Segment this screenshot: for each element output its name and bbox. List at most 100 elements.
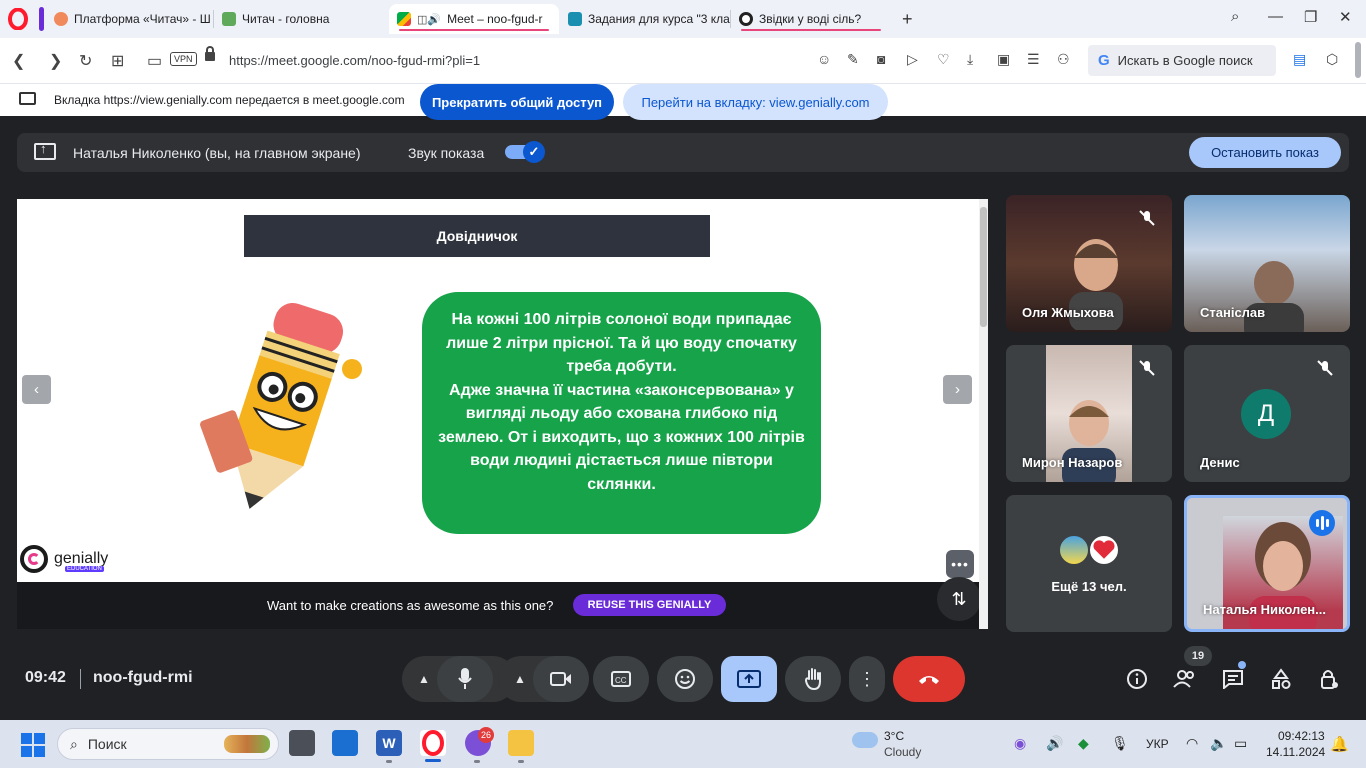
- genially-logo-icon: [20, 545, 48, 573]
- easy-setup-icon[interactable]: ☰: [1027, 51, 1040, 68]
- participant-tile[interactable]: Д Денис: [1184, 345, 1350, 482]
- participant-tile[interactable]: Оля Жмыхова: [1006, 195, 1172, 332]
- word-icon[interactable]: W: [376, 730, 402, 756]
- weather-description[interactable]: Cloudy: [884, 745, 921, 759]
- volume-tray-icon[interactable]: 🔊: [1046, 735, 1063, 752]
- notification-bell-icon[interactable]: 🔔: [1330, 735, 1349, 753]
- wallet-icon[interactable]: ▣: [997, 51, 1010, 68]
- viber-tray-icon[interactable]: ◉: [1014, 735, 1026, 752]
- tab-zvidky-u-vodi-sil[interactable]: Звідки у воді сіль?: [731, 4, 891, 34]
- send-icon[interactable]: ▷: [907, 51, 918, 68]
- heart-icon[interactable]: ♡: [937, 51, 950, 68]
- microphone-icon: [458, 668, 472, 689]
- system-date[interactable]: 14.11.2024: [1266, 745, 1325, 759]
- weather-temperature[interactable]: 3°C: [884, 729, 904, 743]
- genially-logo[interactable]: genially EDUCATION: [20, 545, 108, 573]
- snapshot-icon[interactable]: ▭: [147, 51, 162, 71]
- tab-chitach-golovna[interactable]: Читач - головна: [214, 4, 384, 34]
- tab-search-icon[interactable]: ⌕: [1231, 8, 1239, 25]
- windows-start-icon[interactable]: [21, 733, 45, 757]
- tab-meet[interactable]: ◫🔊 Meet – noo-fgud-r: [389, 4, 559, 34]
- minimize-icon[interactable]: —: [1268, 8, 1283, 25]
- more-participants-tile[interactable]: Ещё 13 чел.: [1006, 495, 1172, 632]
- slide-scrollbar[interactable]: [979, 199, 988, 629]
- tab-zadaniya[interactable]: Задания для курса "3 кла: [560, 4, 730, 34]
- security-tray-icon[interactable]: ◆: [1078, 735, 1089, 752]
- self-view-tile[interactable]: Наталья Николен...: [1184, 495, 1350, 632]
- vpn-badge[interactable]: VPN: [170, 52, 197, 66]
- sidebar-toggle[interactable]: [39, 7, 44, 31]
- people-icon[interactable]: [1170, 664, 1200, 694]
- raise-hand-button[interactable]: [785, 656, 841, 702]
- prev-slide-button[interactable]: ‹: [22, 375, 51, 404]
- back-icon[interactable]: ❮: [12, 51, 25, 71]
- present-now-button[interactable]: [721, 656, 777, 702]
- url-field[interactable]: https://meet.google.com/noo-fgud-rmi?pli…: [229, 53, 480, 68]
- running-indicator: [386, 760, 392, 763]
- more-options-vertical-icon[interactable]: ⋮: [849, 656, 885, 702]
- cloud-icon[interactable]: [852, 732, 878, 748]
- swap-layout-icon[interactable]: ⇅: [937, 577, 981, 621]
- participant-tile[interactable]: Мирон Назаров: [1006, 345, 1172, 482]
- system-time[interactable]: 09:42:13: [1278, 729, 1325, 743]
- active-app-indicator: [425, 759, 441, 762]
- genially-cta-bar: Want to make creations as awesome as thi…: [17, 582, 979, 629]
- taskbar-search[interactable]: ⌕ Поиск: [57, 728, 279, 760]
- pencil-mascot-image: [200, 303, 362, 509]
- tab-audio-icon[interactable]: ◫🔊: [417, 13, 441, 26]
- reuse-genially-button[interactable]: REUSE THIS GENIALLY: [573, 594, 726, 616]
- wifi-icon[interactable]: ◠: [1186, 735, 1198, 752]
- participant-tile[interactable]: Станіслав: [1184, 195, 1350, 332]
- scroll-thumb[interactable]: [980, 207, 987, 327]
- participant-name: Наталья Николен...: [1203, 602, 1326, 617]
- lock-icon[interactable]: [205, 46, 215, 61]
- reload-icon[interactable]: ↻: [79, 51, 92, 71]
- restore-icon[interactable]: ❐: [1304, 8, 1317, 26]
- microphone-tray-icon[interactable]: 🎙: [1111, 735, 1129, 752]
- workspace-icon[interactable]: ▤: [1293, 51, 1306, 68]
- genially-favicon-icon: [739, 12, 753, 26]
- goto-tab-button[interactable]: Перейти на вкладку: view.genially.com: [623, 84, 888, 120]
- leave-call-button[interactable]: [893, 656, 965, 702]
- more-participants-label: Ещё 13 чел.: [1051, 579, 1127, 594]
- opera-taskbar-icon[interactable]: [420, 730, 446, 756]
- file-explorer-icon[interactable]: [508, 730, 534, 756]
- participant-name: Оля Жмыхова: [1022, 305, 1114, 320]
- share-notification-bar: Вкладка https://view.genially.com переда…: [0, 84, 1366, 120]
- more-options-button[interactable]: •••: [946, 550, 974, 578]
- reactions-button[interactable]: [657, 656, 713, 702]
- forward-icon[interactable]: ❯: [49, 51, 62, 71]
- share-sound-toggle[interactable]: ✓: [505, 141, 545, 163]
- stop-sharing-button[interactable]: Прекратить общий доступ: [420, 84, 614, 120]
- meeting-details-icon[interactable]: [1122, 664, 1152, 694]
- google-search-placeholder: Искать в Google поиск: [1117, 53, 1253, 68]
- input-language[interactable]: УКР: [1146, 737, 1169, 751]
- mic-off-icon: [1139, 210, 1155, 226]
- stop-presenting-button[interactable]: Остановить показ: [1189, 137, 1341, 168]
- camera-icon[interactable]: ◙: [877, 51, 885, 67]
- tab-platforma-chitach[interactable]: Платформа «Читач» - Ш: [46, 4, 212, 34]
- host-controls-lock-icon[interactable]: [1314, 664, 1344, 694]
- task-view-icon[interactable]: [289, 730, 315, 756]
- emoji-icon[interactable]: ☺: [817, 51, 831, 67]
- edit-icon[interactable]: ✎: [847, 51, 859, 68]
- profile-icon[interactable]: ⚇: [1057, 51, 1070, 68]
- google-search-box[interactable]: G Искать в Google поиск: [1088, 45, 1276, 76]
- speaker-icon[interactable]: 🔈: [1210, 735, 1227, 752]
- speed-dial-icon[interactable]: ⊞: [111, 51, 124, 71]
- page-scrollbar[interactable]: [1355, 42, 1361, 78]
- participant-name: Мирон Назаров: [1022, 455, 1123, 470]
- new-tab-button[interactable]: +: [902, 9, 913, 29]
- battery-icon[interactable]: ▭: [1234, 735, 1247, 752]
- camera-button[interactable]: [533, 656, 589, 702]
- captions-button[interactable]: CC: [593, 656, 649, 702]
- extensions-icon[interactable]: ⬡: [1326, 51, 1338, 68]
- opera-logo-icon[interactable]: [8, 8, 28, 30]
- microphone-button[interactable]: [437, 656, 493, 702]
- present-screen-icon: [34, 141, 56, 160]
- activities-icon[interactable]: [1266, 664, 1296, 694]
- next-slide-button[interactable]: ›: [943, 375, 972, 404]
- download-icon[interactable]: ⤓: [967, 51, 973, 68]
- close-window-icon[interactable]: ✕: [1339, 8, 1352, 26]
- microsoft-store-icon[interactable]: [332, 730, 358, 756]
